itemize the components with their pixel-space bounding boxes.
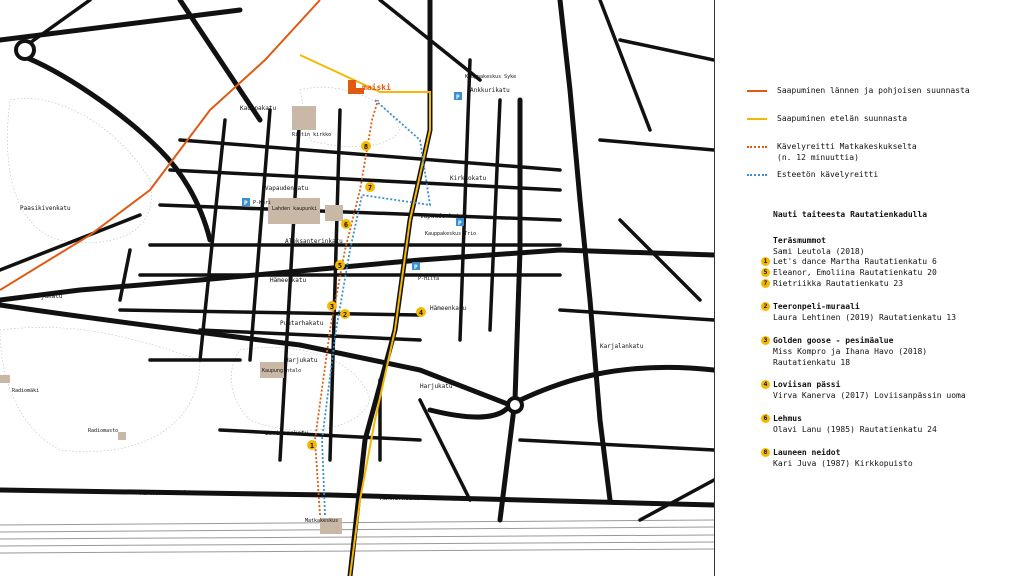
art-line: Laura Lehtinen (2019) Rautatienkatu 13 xyxy=(773,313,957,322)
svg-text:4: 4 xyxy=(419,309,423,317)
art-title: Launeen neidot xyxy=(773,448,841,457)
art-title: Loviisan pässi xyxy=(773,380,841,389)
art-badge: 2 xyxy=(761,302,770,311)
svg-text:8: 8 xyxy=(364,143,368,151)
art-badge: 8 xyxy=(761,448,770,457)
svg-text:Harjukatu: Harjukatu xyxy=(285,357,318,364)
art-line: Rietriikka Rautatienkatu 23 xyxy=(773,279,904,288)
svg-text:Puutarhakatu: Puutarhakatu xyxy=(280,320,324,327)
svg-text:Vapaudenkatu: Vapaudenkatu xyxy=(265,185,309,192)
art-line: Miss Kompro ja Ihana Havo (2018) xyxy=(773,347,928,356)
art-line: Olavi Lanu (1985) Rautatienkatu 24 xyxy=(773,425,937,434)
art-line: Rautatienkatu 18 xyxy=(773,358,851,367)
svg-text:7: 7 xyxy=(368,184,372,192)
svg-text:5: 5 xyxy=(338,262,342,270)
art-line: Sami Leutola (2018) xyxy=(773,247,865,256)
svg-text:2: 2 xyxy=(343,311,347,319)
svg-text:Lahden kaupunki: Lahden kaupunki xyxy=(272,206,317,212)
svg-text:Ankkurikatu: Ankkurikatu xyxy=(470,87,510,94)
svg-text:Kauppakeskus Syke: Kauppakeskus Syke xyxy=(465,74,516,80)
art-line: Kari Juva (1987) Kirkkopuisto xyxy=(773,459,913,468)
svg-text:Hämeenkatu: Hämeenkatu xyxy=(430,305,467,312)
city-map: maiski P P P P 1 2 3 4 5 6 7 8 Kirkkokat… xyxy=(0,0,714,576)
svg-text:Mannerheiminkatu: Mannerheiminkatu xyxy=(380,495,438,502)
brand-label: maiski xyxy=(362,82,391,92)
svg-text:Hämeenkatu: Hämeenkatu xyxy=(270,277,307,284)
art-line: Virva Kanerva (2017) Loviisanpässin uoma xyxy=(773,391,966,400)
art-title: Teräsmummot xyxy=(773,236,826,245)
legend-panel: Saapuminen lännen ja pohjoisen suunnasta… xyxy=(714,0,1024,576)
maiski-logo: maiski xyxy=(348,80,391,94)
art-title: Lehmus xyxy=(773,414,802,423)
art-badge: 5 xyxy=(761,268,770,277)
svg-text:Kirkkokatu: Kirkkokatu xyxy=(450,175,487,182)
svg-text:P: P xyxy=(458,220,462,227)
art-title: Golden goose - pesimäalue xyxy=(773,336,894,345)
place-labels: Rietin kirkko Lahden kaupunki Kauppakesk… xyxy=(12,74,516,524)
svg-text:Matkakeskus: Matkakeskus xyxy=(305,518,338,524)
art-line: Eleanor, Emoliina Rautatienkatu 20 xyxy=(773,268,937,277)
svg-text:1: 1 xyxy=(310,442,314,450)
svg-text:P-Hilta: P-Hilta xyxy=(418,276,439,282)
svg-text:P: P xyxy=(414,264,418,271)
art-badge: 1 xyxy=(761,257,770,266)
art-badge: 6 xyxy=(761,414,770,423)
svg-text:Rietin kirkko: Rietin kirkko xyxy=(292,132,331,138)
svg-text:Aleksanterinkatu: Aleksanterinkatu xyxy=(285,238,343,245)
svg-text:Karjalankatu: Karjalankatu xyxy=(600,343,644,350)
minor-roads xyxy=(0,0,714,522)
art-line: Let's dance Martha Rautatienkatu 6 xyxy=(773,257,937,266)
svg-text:P: P xyxy=(244,200,248,207)
art-badge: 4 xyxy=(761,380,770,389)
svg-text:Harjukatu: Harjukatu xyxy=(30,293,63,300)
svg-text:Loviisankatu: Loviisankatu xyxy=(265,430,309,437)
major-roads xyxy=(0,0,714,576)
svg-text:Paasikivenkatu: Paasikivenkatu xyxy=(20,205,71,212)
svg-text:Kaupungintalo: Kaupungintalo xyxy=(262,368,301,374)
art-title: Teeronpeli-muraali xyxy=(773,302,860,311)
art-badge: 3 xyxy=(761,336,770,345)
svg-text:Kauppakeskus Trio: Kauppakeskus Trio xyxy=(425,231,476,237)
svg-text:P: P xyxy=(456,94,460,101)
art-section-title: Nauti taiteesta Rautatienkadulla xyxy=(773,210,928,219)
svg-text:6: 6 xyxy=(344,221,348,229)
svg-text:Radiomasto: Radiomasto xyxy=(88,428,118,434)
svg-text:Harjukatu: Harjukatu xyxy=(420,383,453,390)
svg-text:P-Kari: P-Kari xyxy=(253,200,271,206)
svg-text:3: 3 xyxy=(330,303,334,311)
art-markers: 1 2 3 4 5 6 7 8 xyxy=(307,141,426,450)
svg-text:Vapaudenkatu: Vapaudenkatu xyxy=(420,213,464,220)
art-badge: 7 xyxy=(761,279,770,288)
svg-text:Radiomäki: Radiomäki xyxy=(12,388,39,394)
svg-text:Kauppakatu: Kauppakatu xyxy=(240,105,277,112)
svg-text:Mannerheiminkatu: Mannerheiminkatu xyxy=(140,490,198,497)
